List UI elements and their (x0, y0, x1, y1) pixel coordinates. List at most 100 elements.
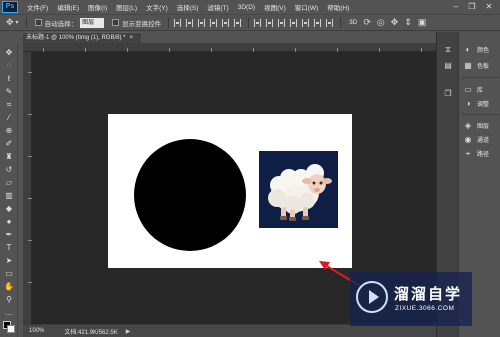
layers-comp-icon[interactable]: ❐ (442, 88, 454, 99)
history-icon[interactable]: ⧖ (442, 44, 454, 55)
auto-select-dropdown[interactable]: 图层 (80, 17, 105, 28)
document-info: 文档:421.9K/562.5K (64, 329, 118, 336)
auto-select-checkbox[interactable] (34, 19, 42, 26)
type-icon[interactable]: T (3, 242, 15, 253)
panel-label: 调整 (477, 102, 490, 108)
menu-3d[interactable]: 3D(D) (238, 4, 255, 11)
distribute-vcenter-icon[interactable] (266, 18, 274, 27)
dodge-icon[interactable]: ● (3, 216, 15, 227)
panel-paths[interactable]: ⌖ 路径 (463, 148, 489, 159)
panel-channels[interactable]: ◉ 通道 (463, 134, 490, 145)
panel-divider (462, 114, 498, 115)
eraser-icon[interactable]: ▱ (3, 177, 15, 188)
menu-help[interactable]: 帮助(H) (327, 2, 349, 12)
color-icon: ◐ (465, 45, 471, 54)
lasso-icon[interactable]: ℓ (3, 73, 15, 84)
divider (168, 17, 170, 28)
properties-icon[interactable]: ▤ (442, 60, 454, 71)
photoshop-logo: Ps (2, 1, 18, 13)
tools-panel: ✥ ◌ ℓ ✎ ⌗ ⁄ ⊕ ✐ ♜ ↺ ▱ ▥ ◆ ● ✒ T ➤ ▭ ✋ ⚲ … (0, 44, 18, 337)
blur-icon[interactable]: ◆ (3, 203, 15, 214)
menu-window[interactable]: 窗口(W) (295, 2, 318, 12)
menu-file[interactable]: 文件(F) (27, 2, 48, 12)
panel-library[interactable]: ▭ 库 (463, 84, 483, 95)
watermark-url: ZIXUE.3066.COM (395, 305, 455, 312)
hand-icon[interactable]: ✋ (3, 281, 15, 292)
eyedropper-icon[interactable]: ⁄ (3, 112, 15, 123)
pen-icon[interactable]: ✒ (3, 229, 15, 240)
distribute-hcenter-icon[interactable] (302, 18, 310, 27)
align-left-icon[interactable] (210, 18, 218, 27)
zoom-icon[interactable]: ⚲ (3, 294, 15, 305)
crop-icon[interactable]: ⌗ (3, 99, 15, 110)
distribute-bottom-icon[interactable] (278, 18, 286, 27)
layers-icon: ◈ (464, 121, 472, 130)
status-menu-icon[interactable]: ▶ (126, 328, 131, 335)
more-tools-icon[interactable]: … (3, 307, 15, 318)
align-vcenter-icon[interactable] (186, 18, 194, 27)
channels-icon: ◉ (464, 135, 472, 144)
play-logo-icon (356, 281, 388, 313)
document-canvas[interactable] (108, 114, 352, 268)
3d-roll-icon[interactable]: ◎ (377, 17, 385, 28)
panel-swatches[interactable]: ▦ 色板 (463, 60, 489, 71)
stamp-icon[interactable]: ♜ (3, 151, 15, 162)
menu-edit[interactable]: 编辑(E) (57, 2, 79, 12)
black-circle-shape[interactable] (134, 139, 246, 251)
gradient-icon[interactable]: ▥ (3, 190, 15, 201)
menu-filter[interactable]: 滤镜(T) (207, 2, 228, 12)
chevron-down-icon[interactable]: ▾ (16, 19, 19, 26)
3d-slide-icon[interactable]: ⇕ (404, 17, 412, 28)
menu-type[interactable]: 文字(Y) (146, 2, 168, 12)
divider (25, 17, 27, 28)
3d-orbit-icon[interactable]: ⟳ (363, 17, 371, 28)
panel-adjustments[interactable]: ◑ 调整 (463, 98, 489, 109)
menu-bar: Ps 文件(F) 编辑(E) 图像(I) 图层(L) 文字(Y) 选择(S) 滤… (0, 0, 500, 14)
marquee-icon[interactable]: ◌ (3, 60, 15, 71)
panel-label: 图层 (477, 124, 490, 130)
3d-scale-icon[interactable]: ▣ (418, 17, 427, 28)
options-bar: ✥ ▾ 自动选择： 图层 显示变换控件 3D ⟳ ◎ ✥ ⇕ ▣ (0, 14, 500, 31)
panel-label: 色板 (477, 64, 490, 70)
distribute-right-icon[interactable] (314, 18, 322, 27)
panel-label: 库 (477, 88, 484, 94)
panel-layers[interactable]: ◈ 图层 (463, 120, 489, 131)
menu-layer[interactable]: 图层(L) (116, 2, 137, 12)
horizontal-ruler (23, 43, 436, 52)
sheep-image-layer[interactable] (259, 151, 338, 228)
healing-icon[interactable]: ⊕ (3, 125, 15, 136)
auto-align-icon[interactable] (326, 18, 334, 27)
document-tab[interactable]: 未标题-1 @ 100% (timg (1), RGB/8) * × (23, 32, 141, 43)
panel-divider (462, 77, 498, 78)
background-color-swatch[interactable] (7, 325, 15, 333)
close-icon[interactable]: ✕ (483, 1, 495, 12)
document-tab-title: 未标题-1 @ 100% (timg (1), RGB/8) * (26, 35, 126, 41)
close-tab-icon[interactable]: × (129, 35, 133, 41)
path-select-icon[interactable]: ➤ (3, 255, 15, 266)
align-top-icon[interactable] (174, 18, 182, 27)
swatches-icon: ▦ (464, 61, 472, 70)
zoom-level[interactable]: 100% (29, 328, 44, 334)
adjustments-icon: ◑ (465, 99, 471, 108)
move-icon[interactable]: ✥ (3, 47, 15, 58)
move-tool-preset-icon[interactable]: ✥ (6, 17, 14, 28)
restore-icon[interactable]: ❐ (466, 1, 478, 12)
panel-color[interactable]: ◐ 颜色 (463, 44, 489, 55)
history-brush-icon[interactable]: ↺ (3, 164, 15, 175)
menu-image[interactable]: 图像(I) (88, 2, 107, 12)
3d-pan-icon[interactable]: ✥ (391, 17, 399, 28)
align-bottom-icon[interactable] (198, 18, 206, 27)
quick-select-icon[interactable]: ✎ (3, 86, 15, 97)
auto-select-label: 自动选择： (44, 20, 78, 28)
menu-select[interactable]: 选择(S) (177, 2, 199, 12)
distribute-top-icon[interactable] (254, 18, 262, 27)
show-transform-checkbox[interactable] (112, 19, 120, 26)
menu-view[interactable]: 视图(V) (264, 2, 286, 12)
3d-mode-label: 3D (349, 19, 358, 26)
shape-icon[interactable]: ▭ (3, 268, 15, 279)
brush-icon[interactable]: ✐ (3, 138, 15, 149)
align-right-icon[interactable] (234, 18, 242, 27)
minimize-icon[interactable]: – (450, 1, 462, 12)
distribute-left-icon[interactable] (290, 18, 298, 27)
align-hcenter-icon[interactable] (222, 18, 230, 27)
